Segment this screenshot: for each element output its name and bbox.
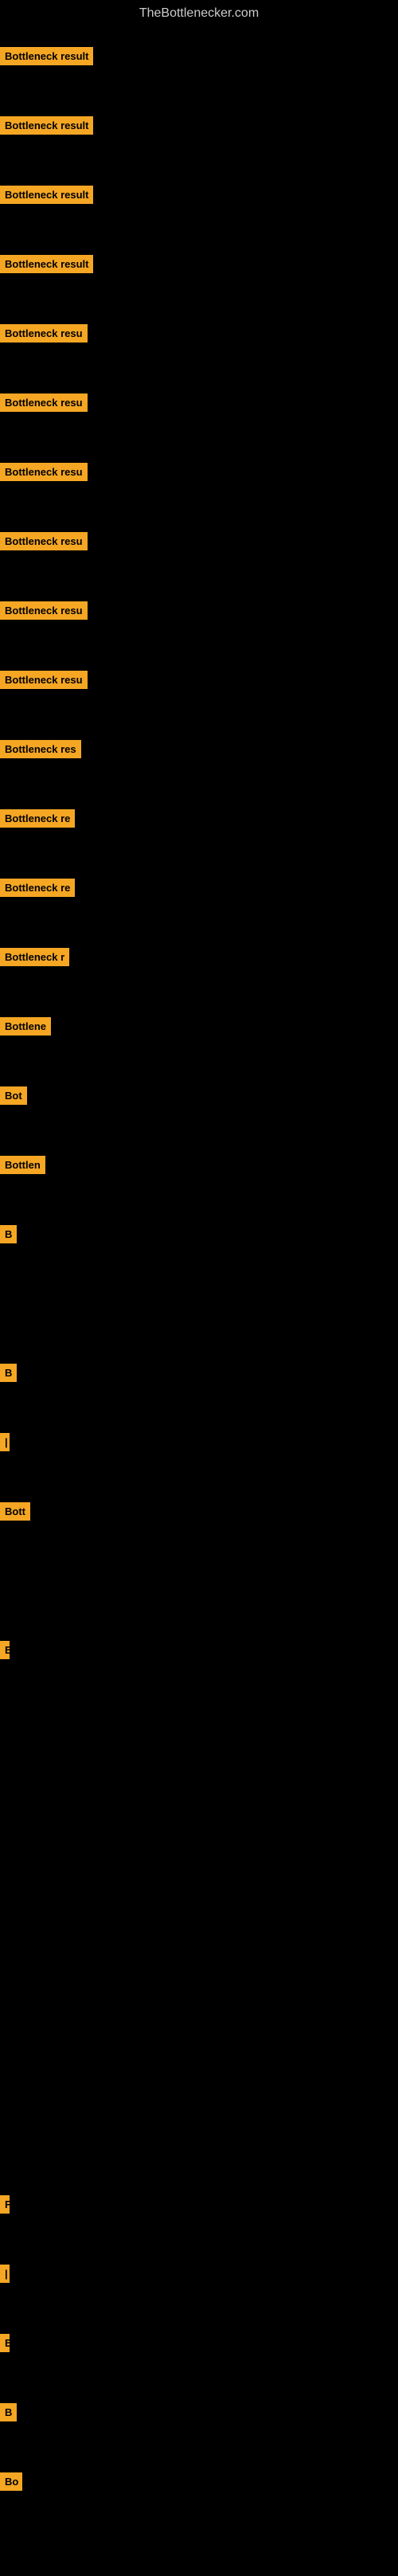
bottleneck-item: Bottleneck result (0, 47, 93, 65)
bottleneck-badge: Bottleneck resu (0, 601, 88, 620)
bottleneck-badge: B (0, 1225, 17, 1243)
bottleneck-item: | (0, 1433, 10, 1451)
site-title: TheBottlenecker.com (0, 0, 398, 27)
bottleneck-badge: Bo (0, 2472, 22, 2491)
bottleneck-item: Bo (0, 2472, 22, 2491)
bottleneck-badge: Bottleneck result (0, 47, 93, 65)
bottleneck-badge: Bottleneck re (0, 879, 75, 897)
bottleneck-badge: Bottleneck resu (0, 671, 88, 689)
bottleneck-item: Bottlen (0, 1156, 45, 1174)
bottleneck-item: Bottleneck resu (0, 601, 88, 620)
bottleneck-badge: Bottleneck result (0, 116, 93, 135)
bottleneck-badge: Bottleneck r (0, 948, 69, 966)
bottleneck-item: B (0, 1225, 17, 1243)
bottleneck-item: Bottleneck re (0, 809, 75, 828)
bottleneck-badge: Bottlen (0, 1156, 45, 1174)
bottleneck-item: Bottleneck r (0, 948, 69, 966)
bottleneck-item: Bottleneck re (0, 879, 75, 897)
bottleneck-item: Bott (0, 1502, 30, 1521)
bottleneck-item: Bottleneck resu (0, 463, 88, 481)
bottleneck-badge: Bottleneck res (0, 740, 81, 758)
bottleneck-badge: B (0, 2403, 17, 2421)
bottleneck-badge: | (0, 1433, 10, 1451)
bottleneck-item: F (0, 2195, 10, 2214)
bottleneck-item: Bottleneck resu (0, 532, 88, 550)
bottleneck-item: Bottleneck resu (0, 324, 88, 343)
bottleneck-item: Bottleneck result (0, 116, 93, 135)
bottleneck-item: Bottlene (0, 1017, 51, 1035)
bottleneck-item: Bottleneck result (0, 186, 93, 204)
bottleneck-item: Bottleneck res (0, 740, 81, 758)
bottleneck-badge: Bottleneck resu (0, 393, 88, 412)
bottleneck-badge: Bottleneck resu (0, 324, 88, 343)
bottleneck-badge: E (0, 1641, 10, 1659)
bottleneck-badge: Bott (0, 1502, 30, 1521)
bottleneck-badge: Bot (0, 1086, 27, 1105)
bottleneck-badge: E (0, 2334, 10, 2352)
bottleneck-item: Bottleneck result (0, 255, 93, 273)
bottleneck-item: E (0, 2334, 10, 2352)
bottleneck-item: | (0, 2265, 10, 2283)
bottleneck-badge: Bottleneck result (0, 255, 93, 273)
bottleneck-item: B (0, 2403, 17, 2421)
bottleneck-badge: Bottlene (0, 1017, 51, 1035)
bottleneck-item: Bottleneck resu (0, 393, 88, 412)
bottleneck-badge: F (0, 2195, 10, 2214)
bottleneck-badge: Bottleneck resu (0, 463, 88, 481)
bottleneck-badge: | (0, 2265, 10, 2283)
bottleneck-badge: Bottleneck re (0, 809, 75, 828)
bottleneck-item: B (0, 1364, 17, 1382)
bottleneck-badge: B (0, 1364, 17, 1382)
bottleneck-item: Bot (0, 1086, 27, 1105)
bottleneck-badge: Bottleneck resu (0, 532, 88, 550)
bottleneck-item: E (0, 1641, 10, 1659)
bottleneck-badge: Bottleneck result (0, 186, 93, 204)
bottleneck-item: Bottleneck resu (0, 671, 88, 689)
